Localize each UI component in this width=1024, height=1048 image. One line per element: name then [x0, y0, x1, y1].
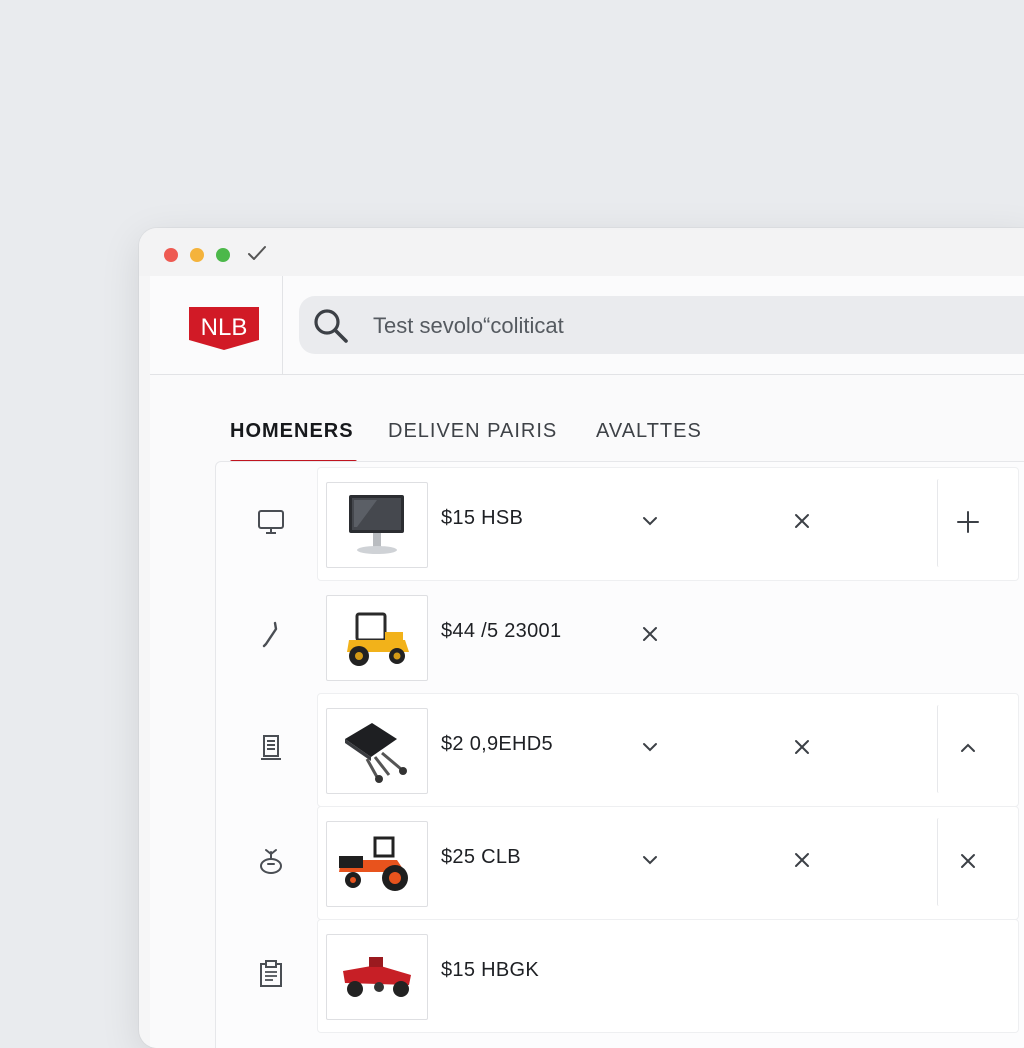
header: NLB — [150, 276, 1024, 375]
brand-logo[interactable]: NLB — [188, 306, 260, 350]
product-price: $25 CLB — [441, 846, 521, 868]
search-input[interactable] — [371, 310, 975, 342]
collapse-button[interactable] — [937, 705, 998, 793]
tab-homeners[interactable]: HOMENERS — [230, 414, 354, 462]
chevron-up-icon — [961, 743, 975, 752]
svg-text:NLB: NLB — [201, 314, 248, 341]
document-icon — [261, 735, 281, 760]
tab-avaltes[interactable]: AVALTTES — [596, 414, 702, 462]
add-button[interactable] — [937, 479, 998, 567]
list-item: $15 HBGK — [216, 919, 1024, 1033]
close-icon[interactable] — [788, 733, 816, 761]
remove-button[interactable] — [937, 818, 998, 906]
title-bar — [139, 228, 1024, 276]
product-list: $15 HSB $44 /5 23001 $2 0,9EHD5 $25 CLB … — [215, 461, 1024, 1048]
search-icon[interactable] — [311, 306, 351, 346]
monitor-icon — [258, 510, 284, 534]
plus-icon — [957, 511, 979, 533]
minimize-window-button[interactable] — [190, 248, 204, 262]
product-price: $2 0,9EHD5 — [441, 733, 553, 755]
plant-icon — [260, 849, 282, 874]
list-item: $15 HSB — [216, 467, 1024, 581]
browser-window: NLB HOMENERS DELIVEN PAIRIS AVALTTES — [139, 228, 1024, 1048]
orange-tractor-image[interactable] — [326, 821, 428, 907]
maximize-window-button[interactable] — [216, 248, 230, 262]
close-icon — [961, 854, 975, 868]
list-item: $2 0,9EHD5 — [216, 693, 1024, 807]
search-bar[interactable] — [299, 296, 1024, 354]
product-price: $15 HSB — [441, 507, 524, 529]
header-divider — [282, 276, 283, 374]
close-window-button[interactable] — [164, 248, 178, 262]
computer-monitor-image[interactable] — [326, 482, 428, 568]
app-area: NLB HOMENERS DELIVEN PAIRIS AVALTTES — [150, 276, 1024, 1048]
tab-deliven-pairis[interactable]: DELIVEN PAIRIS — [388, 414, 557, 462]
chevron-down-icon[interactable] — [636, 733, 664, 761]
red-vehicle-image[interactable] — [326, 934, 428, 1020]
list-item: $25 CLB — [216, 806, 1024, 920]
product-price: $44 /5 23001 — [441, 620, 562, 642]
clipboard-icon — [260, 960, 282, 987]
black-equipment-image[interactable] — [326, 708, 428, 794]
pen-icon — [262, 621, 278, 648]
close-icon[interactable] — [788, 846, 816, 874]
chevron-down-icon[interactable] — [636, 846, 664, 874]
close-icon[interactable] — [788, 507, 816, 535]
list-item: $44 /5 23001 — [216, 580, 1024, 692]
close-icon[interactable] — [636, 620, 664, 648]
checkmark-icon — [248, 246, 266, 260]
yellow-tractor-image[interactable] — [326, 595, 428, 681]
chevron-down-icon[interactable] — [636, 507, 664, 535]
product-price: $15 HBGK — [441, 959, 540, 981]
